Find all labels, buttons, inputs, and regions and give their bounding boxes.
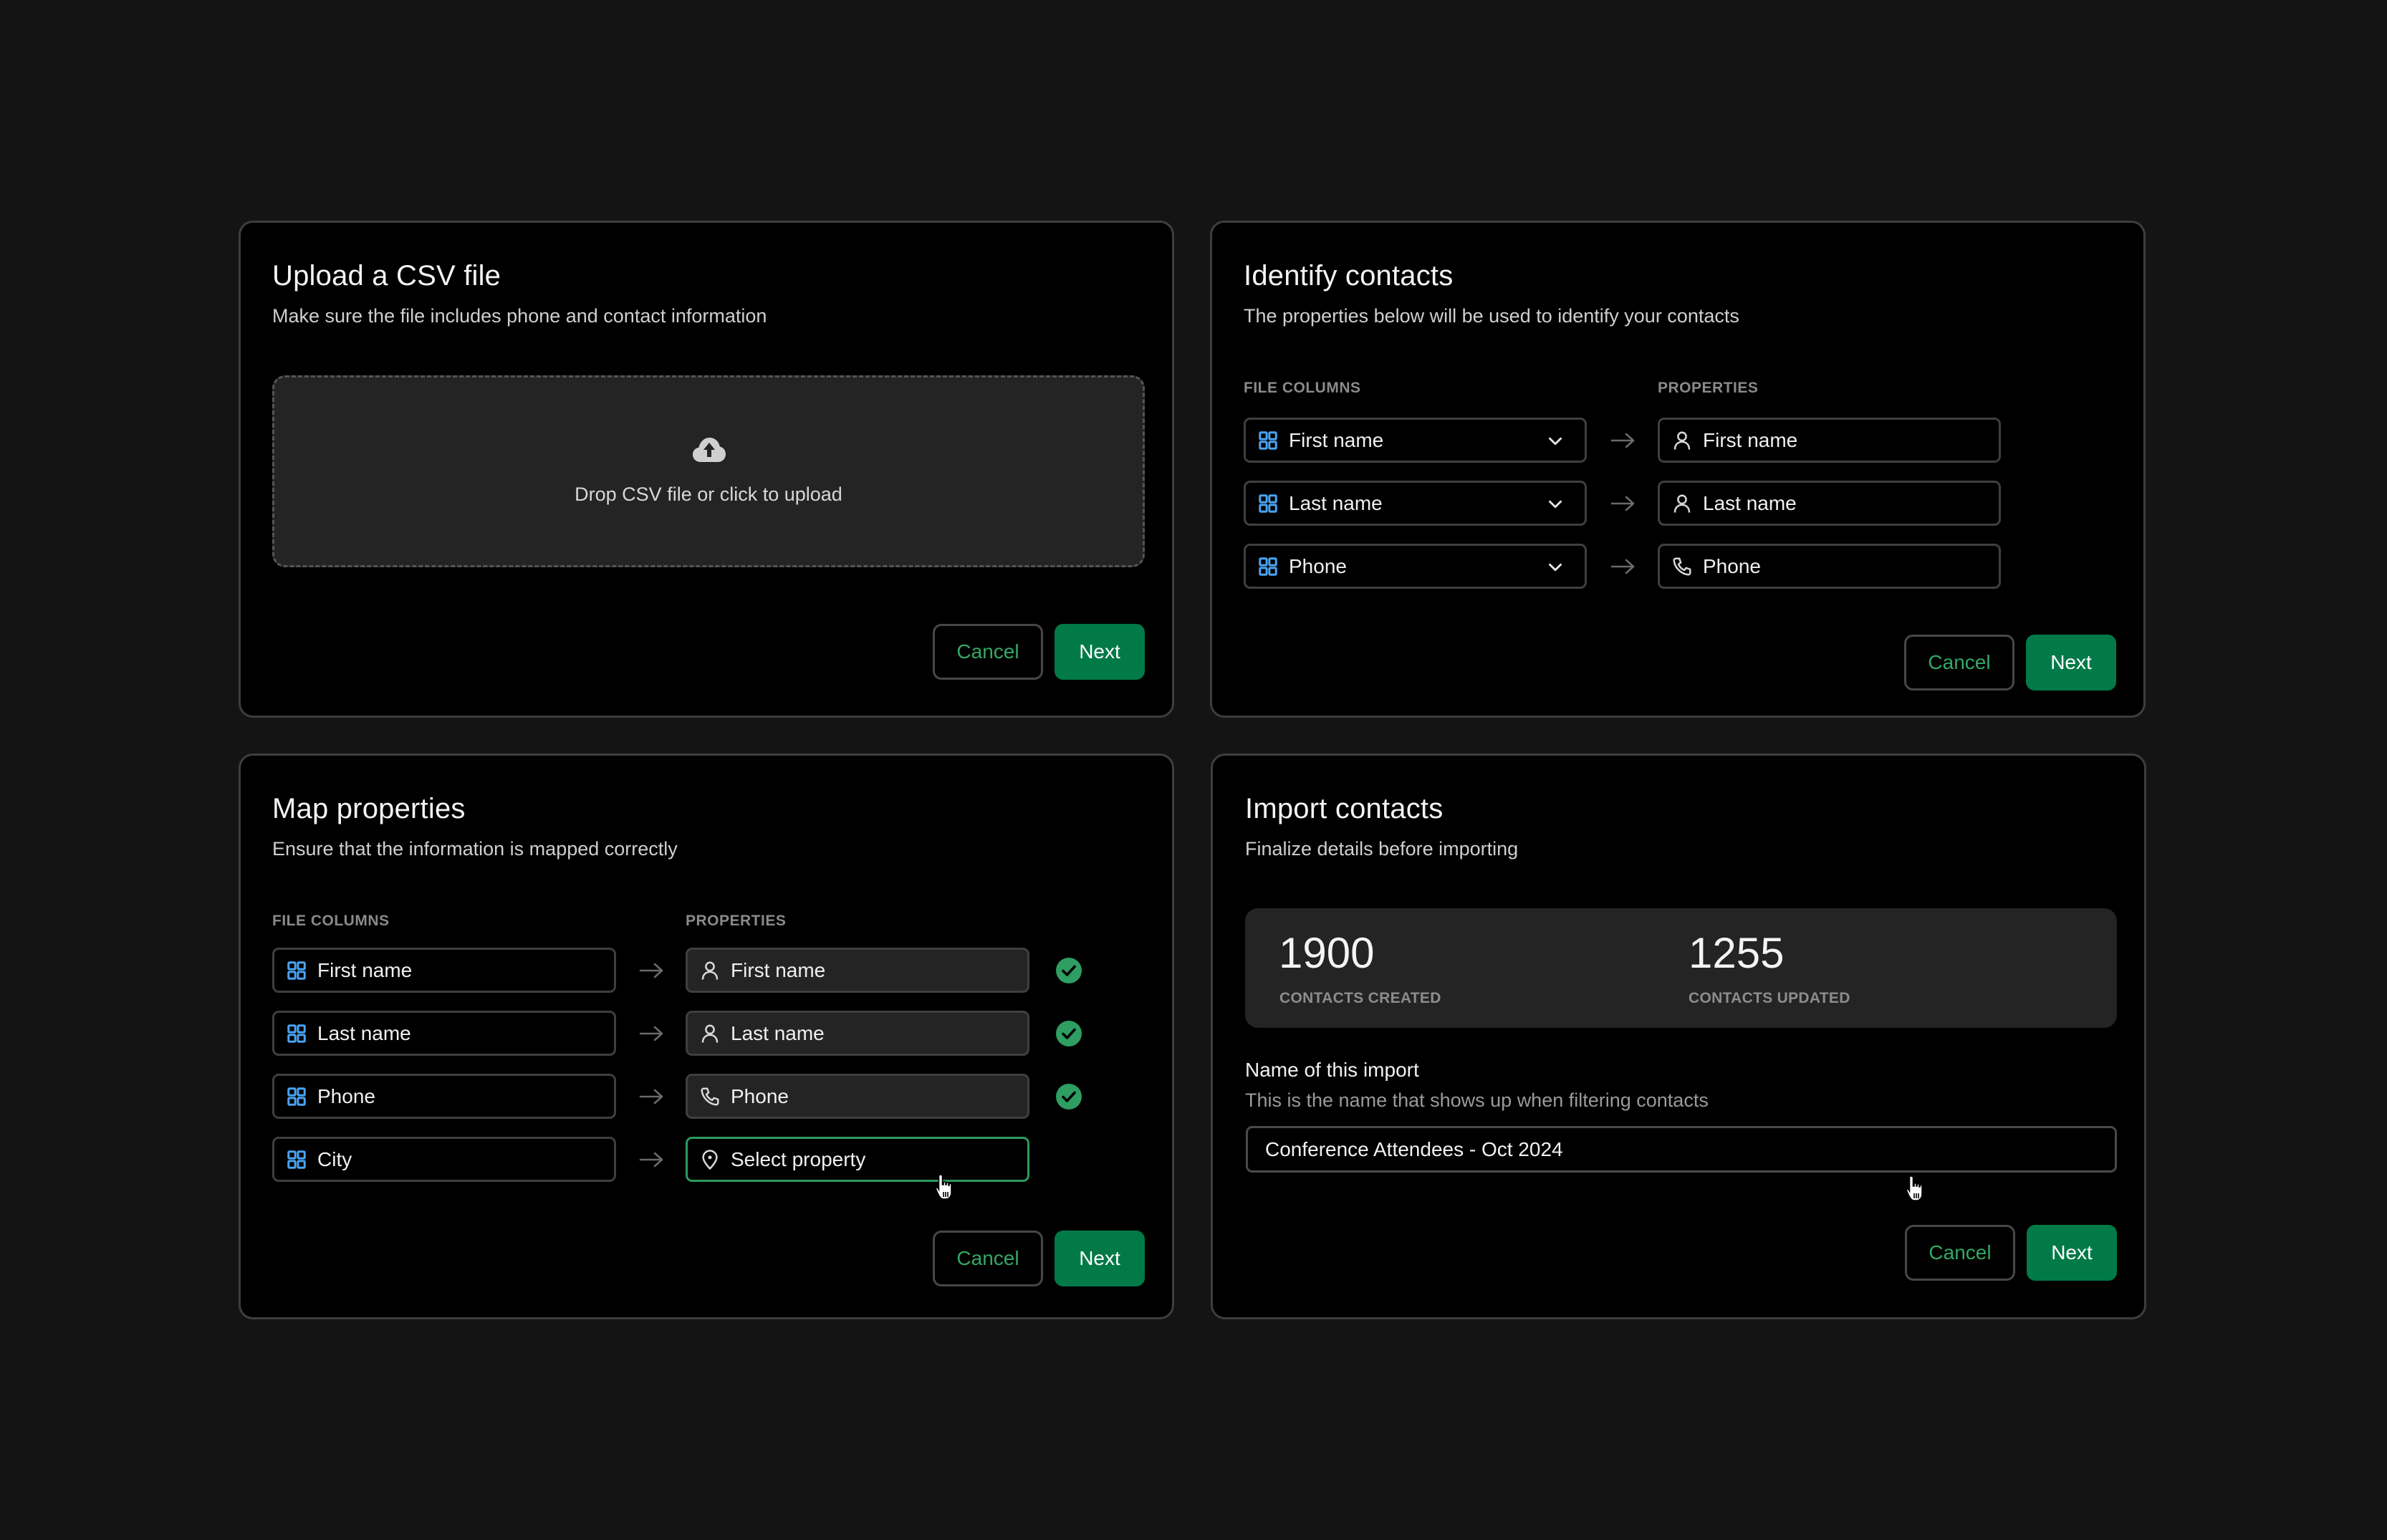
card-title: Map properties — [272, 793, 466, 824]
user-icon — [699, 1023, 721, 1044]
chevron-down-icon — [1546, 432, 1565, 451]
import-name-label: Name of this import — [1245, 1059, 1419, 1081]
property-select[interactable]: Phone — [686, 1074, 1029, 1119]
arrow-right-icon — [638, 1151, 666, 1168]
pointer-cursor-icon — [935, 1173, 956, 1202]
file-columns-label: FILE COLUMNS — [272, 913, 390, 929]
arrow-right-icon — [1609, 432, 1638, 449]
select-value: Last name — [1289, 491, 1383, 514]
import-name-help: This is the name that shows up when filt… — [1245, 1089, 1709, 1111]
cancel-button[interactable]: Cancel — [1905, 1225, 2015, 1281]
phone-icon — [1671, 556, 1693, 577]
cancel-button[interactable]: Cancel — [1904, 635, 2014, 690]
user-icon — [1671, 493, 1693, 514]
pointer-cursor-icon — [1906, 1175, 1927, 1203]
select-value: Phone — [1289, 554, 1347, 577]
file-column-select[interactable]: First name — [1244, 418, 1587, 463]
property-select[interactable]: First name — [686, 948, 1029, 993]
properties-label: PROPERTIES — [686, 913, 787, 929]
file-column-select[interactable]: Last name — [1244, 481, 1587, 526]
arrow-right-icon — [638, 962, 666, 979]
check-circle-icon — [1055, 957, 1082, 984]
contacts-updated-count: 1255 — [1689, 929, 1785, 977]
next-button[interactable]: Next — [2026, 635, 2116, 690]
grid-icon — [1257, 493, 1279, 514]
chevron-down-icon — [1546, 495, 1565, 514]
chevron-down-icon — [1546, 558, 1565, 577]
user-icon — [1671, 430, 1693, 451]
properties-label: PROPERTIES — [1658, 380, 1759, 396]
csv-dropzone[interactable]: Drop CSV file or click to upload — [272, 375, 1145, 567]
property-field: Phone — [1658, 544, 2001, 589]
property-value: Phone — [1703, 554, 1761, 577]
column-value: Last name — [317, 1021, 411, 1044]
dropzone-text: Drop CSV file or click to upload — [575, 483, 842, 505]
property-field: First name — [1658, 418, 2001, 463]
file-column-field: First name — [272, 948, 616, 993]
grid-icon — [286, 1023, 307, 1044]
contacts-updated-label: CONTACTS UPDATED — [1689, 990, 1850, 1006]
file-column-field: Last name — [272, 1011, 616, 1056]
file-columns-label: FILE COLUMNS — [1244, 380, 1361, 396]
card-subtitle: Make sure the file includes phone and co… — [272, 305, 767, 327]
card-title: Upload a CSV file — [272, 260, 501, 292]
identify-contacts-card: Identify contacts The properties below w… — [1210, 221, 2146, 718]
next-button[interactable]: Next — [1055, 1231, 1145, 1286]
arrow-right-icon — [1609, 558, 1638, 575]
contacts-created-count: 1900 — [1279, 929, 1375, 977]
grid-icon — [1257, 556, 1279, 577]
card-subtitle: The properties below will be used to ide… — [1244, 305, 1739, 327]
property-placeholder: Select property — [731, 1147, 866, 1170]
card-subtitle: Ensure that the information is mapped co… — [272, 838, 678, 860]
map-properties-card: Map properties Ensure that the informati… — [239, 754, 1174, 1319]
card-subtitle: Finalize details before importing — [1245, 838, 1519, 860]
location-pin-icon — [699, 1149, 721, 1170]
property-value: First name — [1703, 428, 1798, 451]
column-value: City — [317, 1147, 352, 1170]
phone-icon — [699, 1086, 721, 1107]
property-value: Last name — [1703, 491, 1797, 514]
property-field: Last name — [1658, 481, 2001, 526]
arrow-right-icon — [1609, 495, 1638, 512]
user-icon — [699, 960, 721, 981]
upload-csv-card: Upload a CSV file Make sure the file inc… — [239, 221, 1174, 718]
grid-icon — [286, 1086, 307, 1107]
grid-icon — [286, 960, 307, 981]
check-circle-icon — [1055, 1083, 1082, 1110]
cancel-button[interactable]: Cancel — [933, 624, 1043, 680]
property-value: First name — [731, 958, 826, 981]
card-title: Import contacts — [1245, 793, 1444, 824]
select-value: First name — [1289, 428, 1384, 451]
arrow-right-icon — [638, 1088, 666, 1105]
import-contacts-card: Import contacts Finalize details before … — [1211, 754, 2146, 1319]
property-select[interactable]: Last name — [686, 1011, 1029, 1056]
column-value: Phone — [317, 1084, 375, 1107]
check-circle-icon — [1055, 1020, 1082, 1047]
select-property-dropdown[interactable]: Select property — [686, 1137, 1029, 1182]
grid-icon — [286, 1149, 307, 1170]
property-value: Phone — [731, 1084, 789, 1107]
grid-icon — [1257, 430, 1279, 451]
next-button[interactable]: Next — [1055, 624, 1145, 680]
cancel-button[interactable]: Cancel — [933, 1231, 1043, 1286]
file-column-select[interactable]: Phone — [1244, 544, 1587, 589]
column-value: First name — [317, 958, 413, 981]
property-value: Last name — [731, 1021, 825, 1044]
next-button[interactable]: Next — [2027, 1225, 2117, 1281]
contacts-created-label: CONTACTS CREATED — [1279, 990, 1441, 1006]
cloud-upload-icon — [693, 438, 726, 462]
import-name-input[interactable] — [1246, 1126, 2117, 1173]
arrow-right-icon — [638, 1025, 666, 1042]
file-column-field: City — [272, 1137, 616, 1182]
card-title: Identify contacts — [1244, 260, 1454, 292]
file-column-field: Phone — [272, 1074, 616, 1119]
import-stats-panel: 1900 CONTACTS CREATED 1255 CONTACTS UPDA… — [1245, 908, 2117, 1028]
